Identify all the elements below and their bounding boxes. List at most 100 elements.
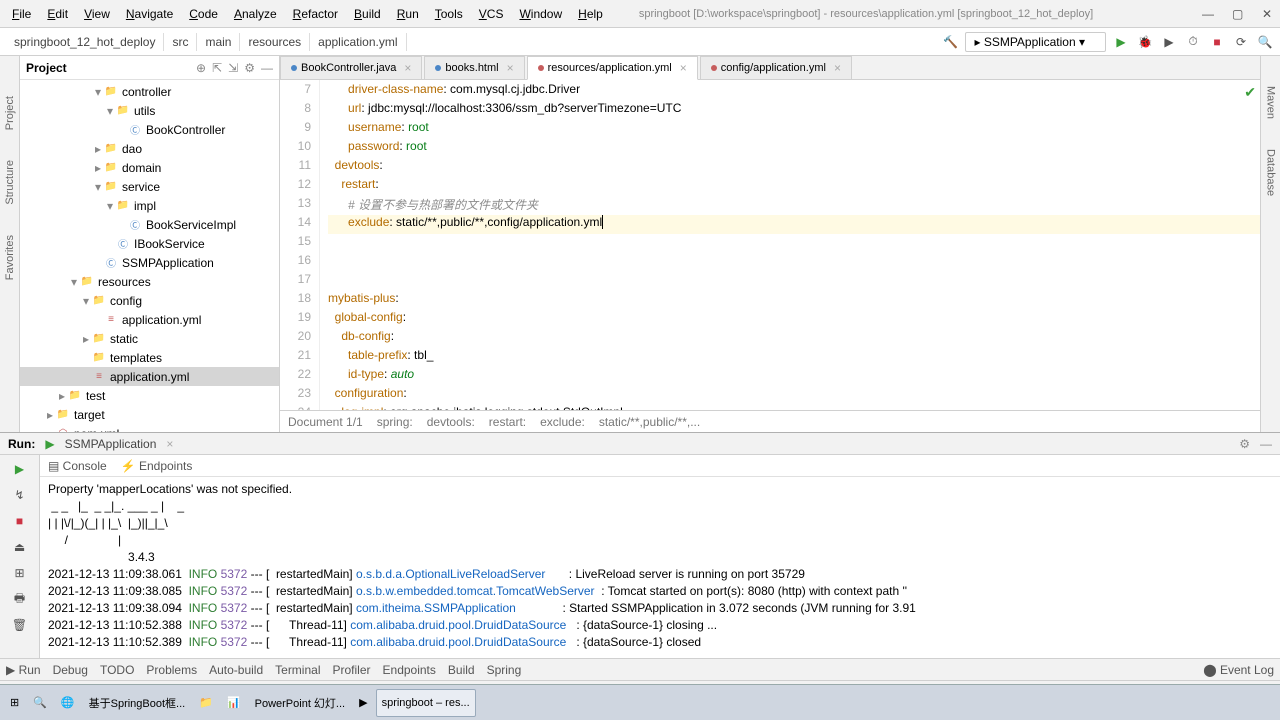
attach-icon[interactable]: ↯ <box>10 485 30 505</box>
bc-item[interactable]: exclude: <box>540 415 585 429</box>
bot-tab-problems[interactable]: Problems <box>146 663 197 677</box>
bot-tab-auto-build[interactable]: Auto-build <box>209 663 263 677</box>
update-icon[interactable]: ⟳ <box>1232 33 1250 51</box>
gear-icon[interactable]: ⚙ <box>1239 437 1250 451</box>
database-tool-button[interactable]: Database <box>1265 149 1277 196</box>
tree-node[interactable]: ▾📁service <box>20 177 279 196</box>
bc-item[interactable]: static/**,public/**,... <box>599 415 700 429</box>
close-tab-icon[interactable]: × <box>680 61 687 75</box>
hide-icon[interactable]: — <box>261 61 273 75</box>
crumb-0[interactable]: springboot_12_hot_deploy <box>6 33 164 51</box>
menu-run[interactable]: Run <box>389 7 427 21</box>
taskbar-item[interactable]: ▶ <box>353 689 373 717</box>
menu-help[interactable]: Help <box>570 7 611 21</box>
close-tab-icon[interactable]: × <box>404 61 411 75</box>
build-icon[interactable]: 🔨 <box>941 33 959 51</box>
menu-vcs[interactable]: VCS <box>471 7 512 21</box>
bot-tab-todo[interactable]: TODO <box>100 663 134 677</box>
run-tab-endpoints[interactable]: ⚡ Endpoints <box>121 459 193 473</box>
debug-icon[interactable]: 🐞 <box>1136 33 1154 51</box>
stop-icon[interactable]: ■ <box>1208 33 1226 51</box>
tree-node[interactable]: ≡application.yml <box>20 367 279 386</box>
taskbar-item[interactable]: ⊞ <box>4 689 25 717</box>
tree-node[interactable]: ⬡pom.xml <box>20 424 279 432</box>
taskbar-item[interactable]: 📁 <box>193 689 219 717</box>
rerun-icon[interactable]: ▶ <box>10 459 30 479</box>
bc-item[interactable]: restart: <box>489 415 526 429</box>
coverage-icon[interactable]: ▶ <box>1160 33 1178 51</box>
tree-node[interactable]: ▸📁test <box>20 386 279 405</box>
bot-tab-terminal[interactable]: Terminal <box>275 663 320 677</box>
tree-node[interactable]: ≡application.yml <box>20 310 279 329</box>
tree-node[interactable]: ▾📁utils <box>20 101 279 120</box>
bot-tab-run[interactable]: ▶ Run <box>6 663 41 677</box>
gear-icon[interactable]: ⚙ <box>244 61 255 75</box>
expand-icon[interactable]: ⇱ <box>212 61 222 75</box>
tree-node[interactable]: ▾📁controller <box>20 82 279 101</box>
crumb-2[interactable]: main <box>197 33 240 51</box>
crumb-1[interactable]: src <box>164 33 197 51</box>
tree-node[interactable]: ▸📁target <box>20 405 279 424</box>
close-icon[interactable]: ✕ <box>1254 7 1270 21</box>
project-tool-button[interactable]: Project <box>4 96 16 130</box>
editor-breadcrumb[interactable]: Document 1/1 spring: devtools: restart: excl… <box>280 410 1260 432</box>
menu-code[interactable]: Code <box>181 7 226 21</box>
right-tool-strip[interactable]: Maven Database <box>1260 56 1280 432</box>
bc-item[interactable]: devtools: <box>427 415 475 429</box>
menu-view[interactable]: View <box>76 7 118 21</box>
menu-refactor[interactable]: Refactor <box>285 7 346 21</box>
trash-icon[interactable]: 🗑 <box>10 615 30 635</box>
tree-node[interactable]: ▾📁resources <box>20 272 279 291</box>
hide-icon[interactable]: — <box>1260 437 1272 451</box>
bc-item[interactable]: spring: <box>377 415 413 429</box>
left-tool-strip[interactable]: Project Structure Favorites <box>0 56 20 432</box>
locate-icon[interactable]: ⊕ <box>196 61 206 75</box>
windows-taskbar[interactable]: ⊞🔍🌐基于SpringBoot框...📁📊PowerPoint 幻灯...▶sp… <box>0 684 1280 720</box>
tree-node[interactable]: ▾📁config <box>20 291 279 310</box>
bot-tab-debug[interactable]: Debug <box>53 663 88 677</box>
menu-file[interactable]: File <box>4 7 39 21</box>
event-log-button[interactable]: ⬤ Event Log <box>1203 663 1274 677</box>
code-area[interactable]: 789101112131415161718192021222324 driver… <box>280 80 1260 410</box>
menu-analyze[interactable]: Analyze <box>226 7 285 21</box>
tree-node[interactable]: 📁templates <box>20 348 279 367</box>
close-tab-icon[interactable]: × <box>834 61 841 75</box>
stop-icon[interactable]: ■ <box>10 511 30 531</box>
bot-tab-endpoints[interactable]: Endpoints <box>383 663 436 677</box>
project-tree[interactable]: ▾📁controller ▾📁utils ⒸBookController ▸📁d… <box>20 80 279 432</box>
taskbar-item[interactable]: springboot – res... <box>376 689 476 717</box>
bc-item[interactable]: Document 1/1 <box>288 415 363 429</box>
editor-tab[interactable]: books.html× <box>424 56 524 79</box>
menu-window[interactable]: Window <box>511 7 570 21</box>
tree-node[interactable]: ⒸBookController <box>20 120 279 139</box>
editor-tab[interactable]: resources/application.yml× <box>527 56 698 80</box>
taskbar-item[interactable]: 基于SpringBoot框... <box>83 689 192 717</box>
tree-node[interactable]: ▾📁impl <box>20 196 279 215</box>
taskbar-item[interactable]: 🔍 <box>27 689 53 717</box>
run-icon[interactable]: ▶ <box>1112 33 1130 51</box>
menu-navigate[interactable]: Navigate <box>118 7 181 21</box>
breadcrumbs[interactable]: springboot_12_hot_deploysrcmainresources… <box>6 35 407 49</box>
tree-node[interactable]: ⒸBookServiceImpl <box>20 215 279 234</box>
run-config-selector[interactable]: ▸ SSMPApplication ▾ <box>965 32 1106 52</box>
profile-icon[interactable]: ⏱ <box>1184 33 1202 51</box>
tree-node[interactable]: ▸📁dao <box>20 139 279 158</box>
bot-tab-profiler[interactable]: Profiler <box>333 663 371 677</box>
tree-node[interactable]: ⒸIBookService <box>20 234 279 253</box>
crumb-4[interactable]: application.yml <box>310 33 406 51</box>
run-tab-console[interactable]: ▤ Console <box>48 459 107 473</box>
exit-icon[interactable]: ⏏ <box>10 537 30 557</box>
search-icon[interactable]: 🔍 <box>1256 33 1274 51</box>
menu-build[interactable]: Build <box>346 7 389 21</box>
console-output[interactable]: Property 'mapperLocations' was not speci… <box>40 477 1280 658</box>
editor-tab[interactable]: BookController.java× <box>280 56 422 79</box>
favorites-tool-button[interactable]: Favorites <box>4 235 16 280</box>
tree-node[interactable]: ▸📁domain <box>20 158 279 177</box>
maximize-icon[interactable]: ▢ <box>1224 7 1240 21</box>
close-tab-icon[interactable]: × <box>166 437 173 451</box>
structure-tool-button[interactable]: Structure <box>4 160 16 205</box>
taskbar-item[interactable]: 🌐 <box>55 689 81 717</box>
run-tabs[interactable]: ▤ Console ⚡ Endpoints <box>40 455 1280 477</box>
minimize-icon[interactable]: — <box>1194 7 1210 21</box>
bot-tab-build[interactable]: Build <box>448 663 475 677</box>
